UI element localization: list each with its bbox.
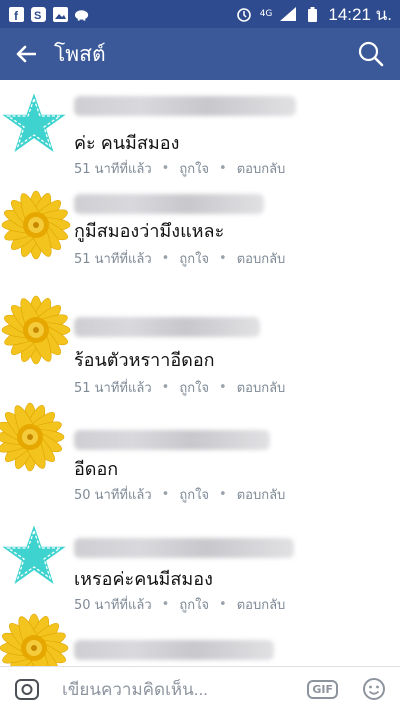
flower-avatar[interactable] (0, 392, 80, 482)
browser-notification-icon: S (30, 6, 46, 22)
like-button[interactable]: ถูกใจ (179, 158, 209, 179)
comment-text: ร้อนตัวหราาอีดอก (74, 350, 215, 370)
comment-composer: เขียนความคิดเห็น... GIF (0, 666, 400, 711)
blurred-commenter-name (74, 317, 260, 337)
blurred-commenter-name (74, 96, 296, 116)
comment-time: 51 นาทีที่แล้ว (74, 252, 152, 267)
blurred-commenter-name (74, 430, 270, 450)
comment-time: 51 นาทีที่แล้ว (74, 162, 152, 177)
flower-avatar[interactable] (0, 600, 80, 666)
app-bar: โพสต์ (0, 28, 400, 80)
comment-item: ร้อนตัวหราาอีดอก 51 นาทีที่แล้ว • ถูกใจ … (0, 285, 400, 396)
camera-icon[interactable] (14, 676, 40, 702)
blurred-commenter-name (74, 538, 294, 558)
emoji-icon[interactable] (362, 677, 386, 701)
piggy-bank-icon (74, 6, 90, 22)
reply-button[interactable]: ตอบกลับ (237, 158, 286, 179)
comment-input[interactable]: เขียนความคิดเห็น... (62, 676, 307, 703)
separator: • (161, 161, 170, 176)
back-arrow-icon[interactable] (16, 45, 36, 63)
star-avatar[interactable] (0, 88, 74, 162)
comment-meta: 51 นาทีที่แล้ว • ถูกใจ • ตอบกลับ (74, 248, 285, 269)
search-icon[interactable] (358, 41, 384, 67)
comment-text: ค่ะ คนมีสมอง (74, 133, 180, 153)
separator: • (161, 487, 170, 502)
comment-item: อีดอก 50 นาทีที่แล้ว • ถูกใจ • ตอบกลับ (0, 392, 400, 512)
comment-text: อีดอก (74, 459, 119, 479)
gallery-notification-icon (52, 6, 68, 22)
gif-button[interactable]: GIF (307, 679, 338, 699)
comment-time: 50 นาทีที่แล้ว (74, 488, 152, 503)
battery-icon (304, 6, 320, 22)
blurred-commenter-name (74, 194, 264, 214)
comment-list[interactable]: ค่ะ คนมีสมอง 51 นาทีที่แล้ว • ถูกใจ • ตอ… (0, 80, 400, 666)
svg-text:S: S (34, 10, 41, 22)
separator: • (161, 251, 170, 266)
page-title: โพสต์ (54, 42, 106, 66)
comment-text: กูมีสมองว่ามึงแหละ (74, 221, 225, 241)
star-avatar[interactable] (0, 520, 74, 594)
comment-text: เหรอค่ะคนมีสมอง (74, 569, 213, 589)
reply-button[interactable]: ตอบกลับ (237, 484, 286, 505)
like-button[interactable]: ถูกใจ (179, 484, 209, 505)
comment-meta: 50 นาทีที่แล้ว • ถูกใจ • ตอบกลับ (74, 484, 285, 505)
comment-meta: 51 นาทีที่แล้ว • ถูกใจ • ตอบกลับ (74, 158, 285, 179)
blurred-commenter-name (74, 640, 274, 660)
status-bar: f S 4G 14:21 น. (0, 0, 400, 28)
clock-time: 14:21 น. (328, 4, 392, 24)
network-type: 4G (259, 9, 273, 19)
signal-icon (280, 6, 297, 22)
separator: • (219, 161, 227, 176)
reply-button[interactable]: ตอบกลับ (237, 248, 286, 269)
comment-item (0, 600, 400, 666)
flower-avatar[interactable] (0, 285, 80, 375)
alarm-icon (236, 6, 252, 22)
facebook-notification-icon: f (8, 6, 24, 22)
comment-item: กูมีสมองว่ามึงแหละ 51 นาทีที่แล้ว • ถูกใ… (0, 180, 400, 290)
flower-avatar[interactable] (0, 180, 80, 270)
comment-item: ค่ะ คนมีสมอง 51 นาทีที่แล้ว • ถูกใจ • ตอ… (0, 88, 400, 188)
like-button[interactable]: ถูกใจ (179, 248, 209, 269)
separator: • (219, 487, 227, 502)
separator: • (219, 251, 227, 266)
